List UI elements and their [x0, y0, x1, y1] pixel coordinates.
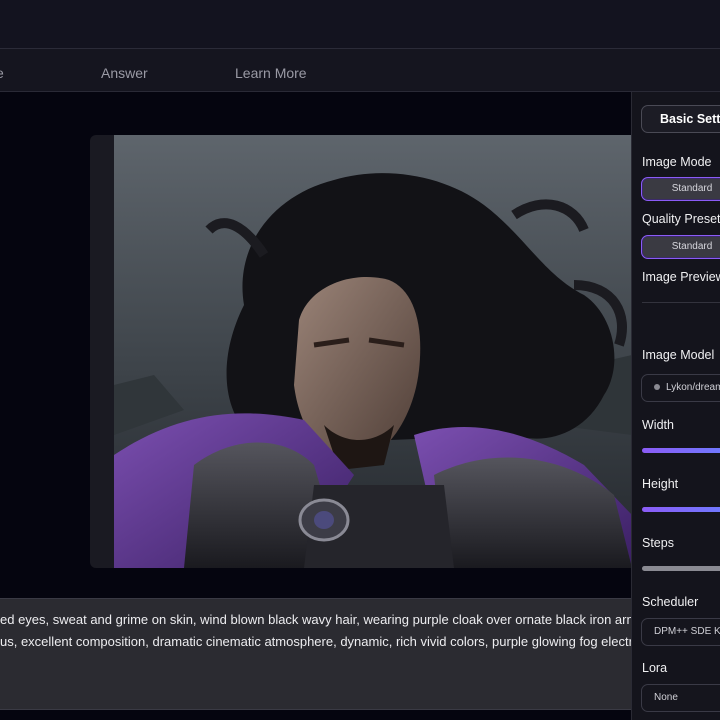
- prompt-line-1: ed eyes, sweat and grime on skin, wind b…: [0, 612, 632, 627]
- width-slider[interactable]: [642, 448, 720, 453]
- width-slider-fill: [642, 448, 720, 453]
- scheduler-select[interactable]: DPM++ SDE Karras: [641, 618, 720, 646]
- quality-presets-label: Quality Presets: [642, 212, 720, 226]
- image-model-label: Image Model: [642, 348, 715, 362]
- height-slider-fill: [642, 507, 720, 512]
- lora-select[interactable]: None: [641, 684, 720, 712]
- main-area: ed eyes, sweat and grime on skin, wind b…: [0, 92, 632, 720]
- width-label: Width: [642, 418, 674, 432]
- dot-icon: [654, 384, 660, 391]
- height-label: Height: [642, 477, 679, 491]
- tab-bar: e Answer Learn More: [0, 49, 720, 92]
- image-model-select[interactable]: Lykon/dreamshaper: [641, 374, 720, 402]
- top-bar: [0, 0, 720, 49]
- generated-image: [114, 135, 632, 568]
- quality-presets-select[interactable]: Standard: [641, 235, 720, 259]
- scheduler-label: Scheduler: [642, 595, 699, 609]
- steps-slider-fill: [642, 566, 720, 571]
- tab-answer[interactable]: Answer: [101, 49, 148, 91]
- steps-slider[interactable]: [642, 566, 720, 571]
- image-model-value: Lykon/dreamshaper: [666, 382, 720, 393]
- prompt-box[interactable]: ed eyes, sweat and grime on skin, wind b…: [0, 598, 632, 710]
- image-preview-label: Image Preview: [642, 270, 720, 284]
- height-slider[interactable]: [642, 507, 720, 512]
- steps-label: Steps: [642, 536, 674, 550]
- tab-learn-more[interactable]: Learn More: [235, 49, 307, 91]
- image-mode-select[interactable]: Standard: [641, 177, 720, 201]
- prompt-line-2: us, excellent composition, dramatic cine…: [0, 634, 632, 649]
- image-preview-frame: [90, 135, 632, 568]
- image-mode-label: Image Mode: [642, 155, 712, 169]
- settings-panel: Basic Settings Image Mode Standard Quali…: [631, 92, 720, 720]
- tab-image[interactable]: e: [0, 49, 4, 91]
- divider: [642, 302, 720, 303]
- basic-settings-tab[interactable]: Basic Settings: [641, 105, 720, 133]
- lora-label: Lora: [642, 661, 668, 675]
